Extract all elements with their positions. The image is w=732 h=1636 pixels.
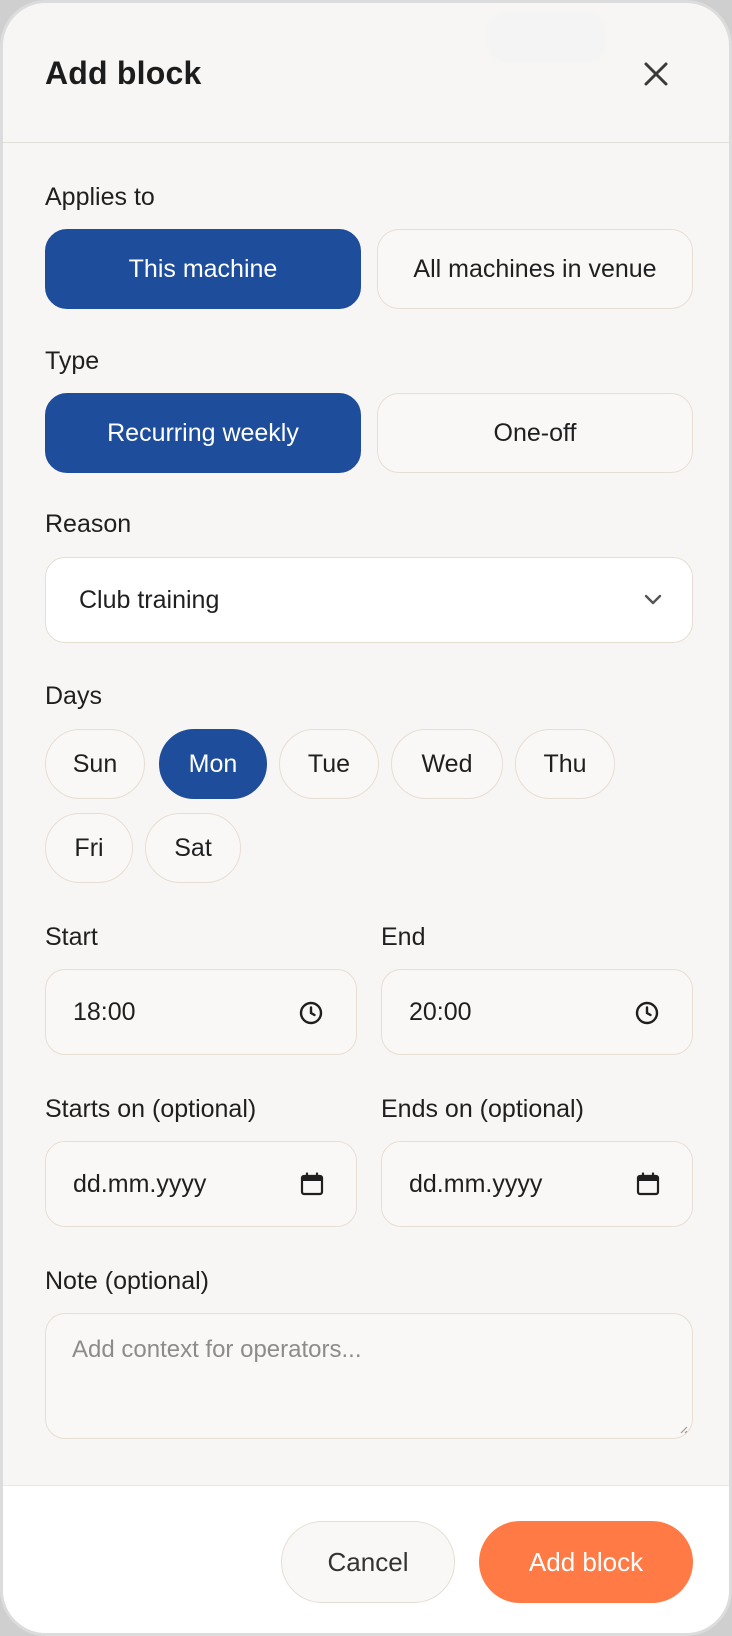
day-chip-sun[interactable]: Sun (45, 729, 145, 799)
sheet-title: Add block (45, 55, 202, 91)
starts-on-value: dd.mm.yyyy (73, 1169, 207, 1198)
days-label: Days (45, 682, 102, 710)
applies-all-machines-button[interactable]: All machines in venue (377, 229, 693, 309)
add-block-sheet: Add block Applies to This machine All ma… (3, 3, 729, 1633)
reason-select[interactable]: Club training (45, 557, 693, 643)
day-chip-tue[interactable]: Tue (279, 729, 379, 799)
ends-on-label: Ends on (optional) (381, 1095, 584, 1123)
day-chip-thu[interactable]: Thu (515, 729, 615, 799)
start-time-value: 18:00 (73, 997, 136, 1026)
applies-to-label: Applies to (45, 183, 155, 211)
ends-on-value: dd.mm.yyyy (409, 1169, 543, 1198)
applies-this-machine-button[interactable]: This machine (45, 229, 361, 309)
resize-grip-icon[interactable] (678, 1424, 688, 1434)
note-label: Note (optional) (45, 1267, 209, 1295)
day-chip-fri[interactable]: Fri (45, 813, 133, 883)
day-chip-sat[interactable]: Sat (145, 813, 241, 883)
clock-icon (635, 1001, 659, 1025)
start-label: Start (45, 923, 98, 951)
add-block-button[interactable]: Add block (479, 1521, 693, 1603)
calendar-icon (636, 1172, 660, 1196)
starts-on-label: Starts on (optional) (45, 1095, 257, 1123)
reason-value: Club training (79, 585, 220, 614)
type-recurring-weekly-button[interactable]: Recurring weekly (45, 393, 361, 473)
day-chip-mon[interactable]: Mon (159, 729, 267, 799)
start-time-input[interactable]: 18:00 (45, 969, 357, 1055)
calendar-icon (300, 1172, 324, 1196)
starts-on-date-input[interactable]: dd.mm.yyyy (45, 1141, 357, 1227)
end-label: End (381, 923, 426, 951)
cancel-button[interactable]: Cancel (281, 1521, 455, 1603)
clock-icon (299, 1001, 323, 1025)
note-textarea[interactable]: Add context for operators... (45, 1313, 693, 1439)
sheet-header: Add block (3, 3, 729, 143)
day-chip-wed[interactable]: Wed (391, 729, 503, 799)
type-one-off-button[interactable]: One-off (377, 393, 693, 473)
ends-on-date-input[interactable]: dd.mm.yyyy (381, 1141, 693, 1227)
type-label: Type (45, 347, 100, 375)
close-button[interactable] (635, 53, 677, 95)
end-time-input[interactable]: 20:00 (381, 969, 693, 1055)
end-time-value: 20:00 (409, 997, 472, 1026)
reason-label: Reason (45, 510, 132, 538)
note-placeholder: Add context for operators... (72, 1336, 362, 1363)
chevron-down-icon (644, 594, 662, 605)
close-icon (644, 62, 668, 86)
phone-frame: Add block Applies to This machine All ma… (0, 0, 732, 1636)
